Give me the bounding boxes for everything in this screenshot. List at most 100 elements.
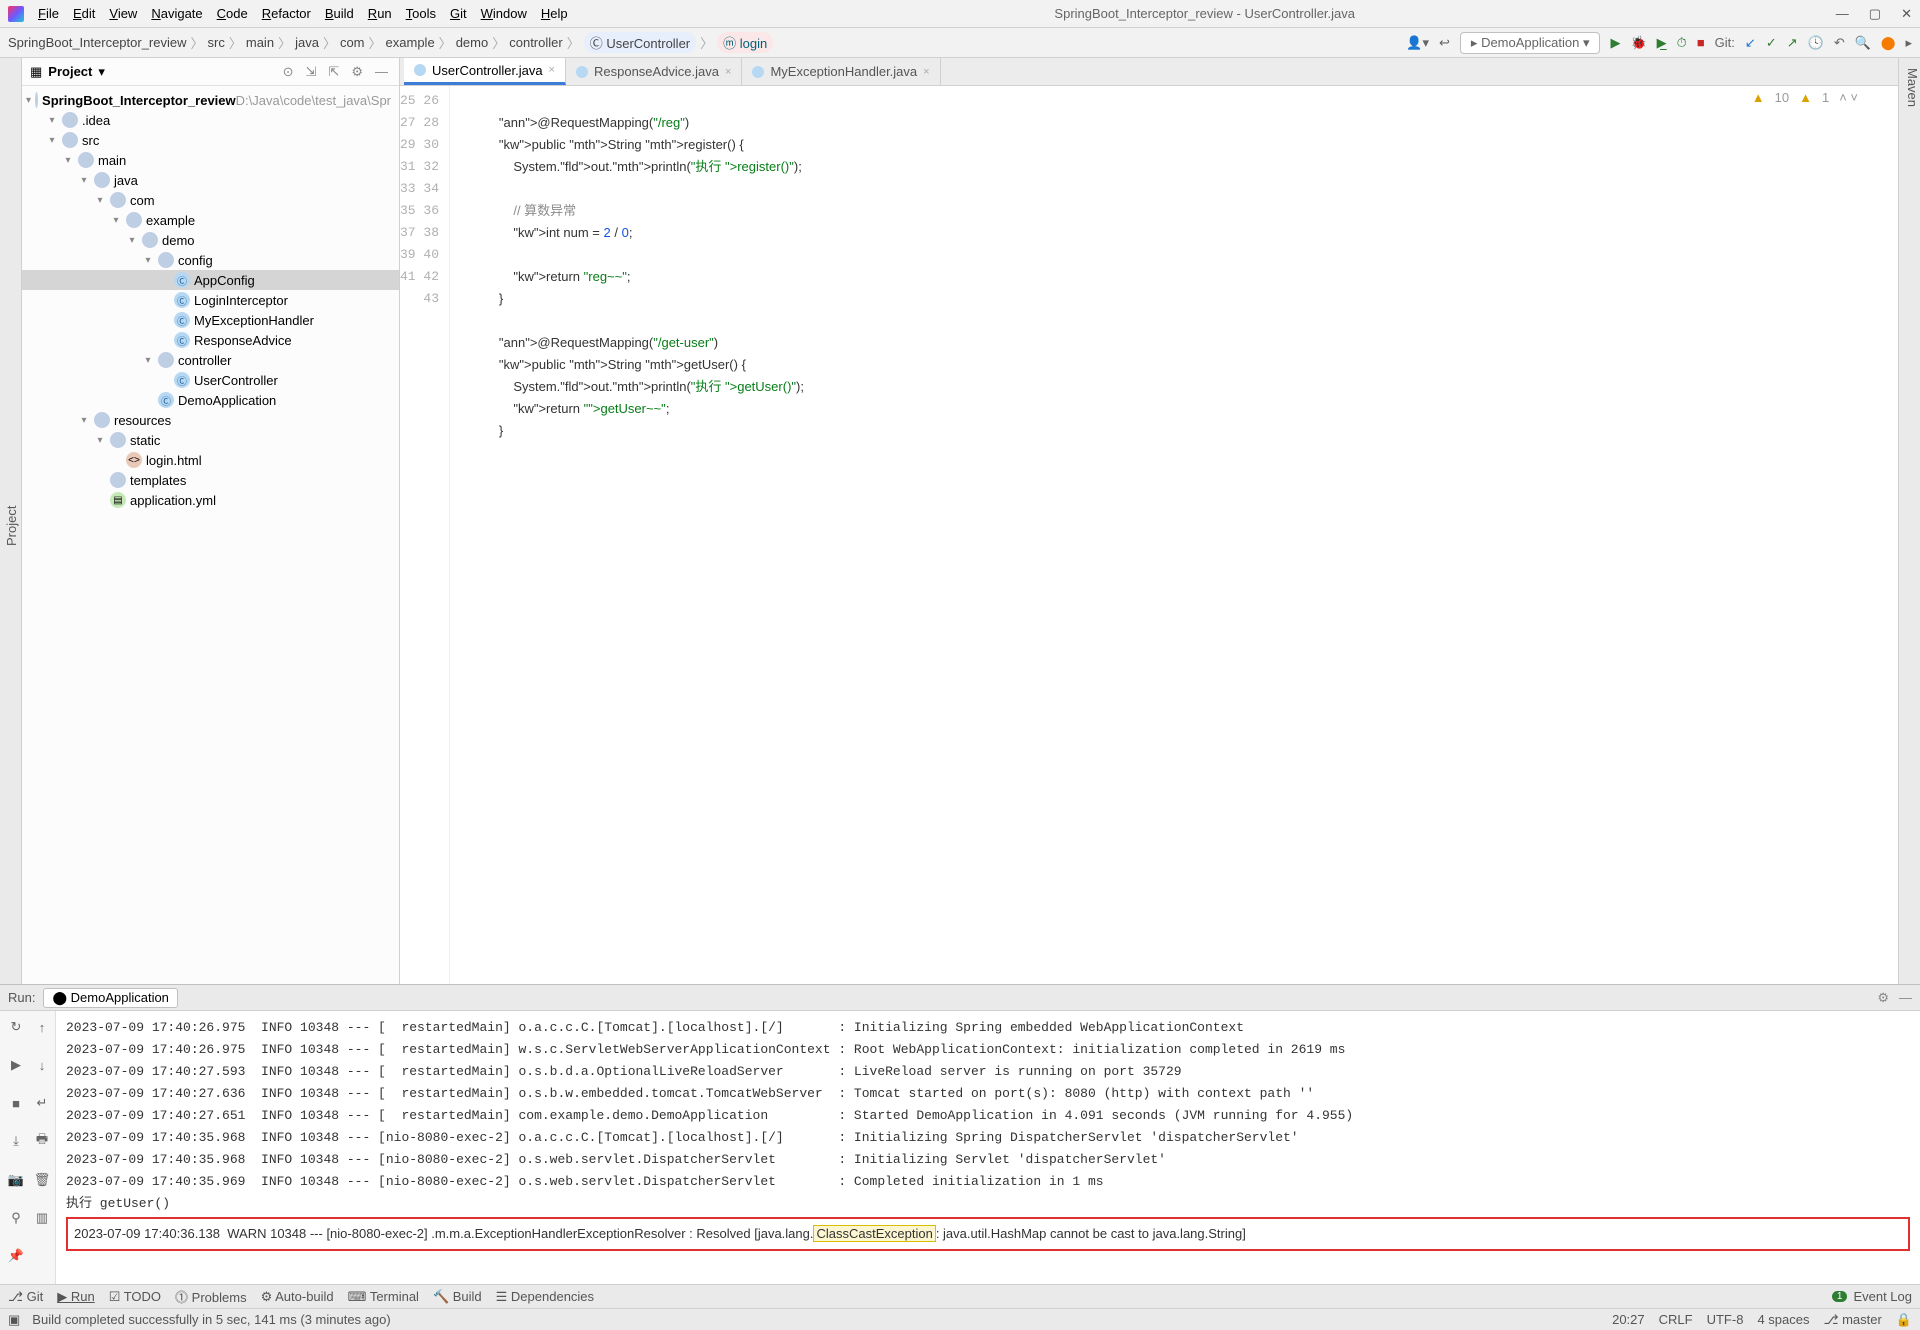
menu-tools[interactable]: Tools xyxy=(400,4,442,23)
breadcrumb-class[interactable]: Ⓒ UserController xyxy=(584,32,696,53)
inspections-widget[interactable]: ▲10 ▲1 ˄ ˅ xyxy=(1752,90,1858,105)
code-area[interactable]: "ann">@RequestMapping("/reg") "kw">publi… xyxy=(450,86,1898,984)
clear-icon[interactable]: 🗑 xyxy=(32,1170,52,1190)
tool-project[interactable]: Project xyxy=(2,68,21,984)
breadcrumb-item[interactable]: src xyxy=(208,35,225,50)
indent-setting[interactable]: 4 spaces xyxy=(1757,1312,1809,1328)
select-opened-icon[interactable]: ⊙ xyxy=(280,64,297,80)
git-push-icon[interactable]: ↗ xyxy=(1787,35,1798,51)
tree-node-demo[interactable]: ▾demo xyxy=(22,230,399,250)
menu-window[interactable]: Window xyxy=(475,4,533,23)
run-down-icon[interactable]: ↓ xyxy=(32,1055,52,1075)
tree-node-config[interactable]: ▾config xyxy=(22,250,399,270)
debug-icon[interactable]: 🐞 xyxy=(1630,35,1646,51)
git-commit-icon[interactable]: ✓ xyxy=(1766,35,1777,51)
tree-node-templates[interactable]: templates xyxy=(22,470,399,490)
tree-node-src[interactable]: ▾src xyxy=(22,130,399,150)
menu-help[interactable]: Help xyxy=(535,4,574,23)
menu-run[interactable]: Run xyxy=(362,4,398,23)
tree-node-com[interactable]: ▾com xyxy=(22,190,399,210)
coverage-icon[interactable]: ▶̲ xyxy=(1657,35,1667,51)
breadcrumb-item[interactable]: main xyxy=(246,35,274,50)
tree-node-responseadvice[interactable]: ⒸResponseAdvice xyxy=(22,330,399,350)
hide-icon[interactable]: — xyxy=(372,64,391,79)
bottom-tab-todo[interactable]: ☑ TODO xyxy=(109,1289,161,1305)
tree-node-myexceptionhandler[interactable]: ⒸMyExceptionHandler xyxy=(22,310,399,330)
run-play-icon[interactable]: ▶ xyxy=(6,1055,26,1075)
menu-view[interactable]: View xyxy=(103,4,143,23)
tree-node-resources[interactable]: ▾resources xyxy=(22,410,399,430)
git-history-icon[interactable]: 🕓 xyxy=(1808,35,1824,51)
project-tree[interactable]: ▾SpringBoot_Interceptor_review D:\Java\c… xyxy=(22,86,399,984)
bottom-tab-git[interactable]: ⎇ Git xyxy=(8,1289,43,1305)
run-up-icon[interactable]: ↑ xyxy=(32,1017,52,1037)
run-config-dropdown[interactable]: ▸ DemoApplication ▾ xyxy=(1460,32,1601,54)
breadcrumb-item[interactable]: SpringBoot_Interceptor_review xyxy=(8,35,187,50)
tree-node-application-yml[interactable]: ▤application.yml xyxy=(22,490,399,510)
tab-usercontroller-java[interactable]: UserController.java× xyxy=(404,58,566,85)
tab-myexceptionhandler-java[interactable]: MyExceptionHandler.java× xyxy=(742,58,940,85)
print-icon[interactable]: 🖶 xyxy=(32,1131,52,1151)
layout-icon[interactable]: ▥ xyxy=(32,1208,52,1228)
filter-icon[interactable]: ⚲ xyxy=(6,1208,26,1228)
tree-node-static[interactable]: ▾static xyxy=(22,430,399,450)
git-rollback-icon[interactable]: ↶ xyxy=(1834,35,1845,51)
console-output[interactable]: 2023-07-09 17:40:26.975 INFO 10348 --- [… xyxy=(56,1011,1920,1284)
tree-node-demoapplication[interactable]: ⒸDemoApplication xyxy=(22,390,399,410)
menu-edit[interactable]: Edit xyxy=(67,4,101,23)
file-encoding[interactable]: UTF-8 xyxy=(1707,1312,1744,1328)
run-stop-icon[interactable]: ■ xyxy=(6,1093,26,1113)
close-tab-icon[interactable]: × xyxy=(549,64,555,76)
tree-node--idea[interactable]: ▾.idea xyxy=(22,110,399,130)
caret-position[interactable]: 20:27 xyxy=(1612,1312,1645,1328)
close-tab-icon[interactable]: × xyxy=(923,66,929,78)
bottom-tab-build[interactable]: 🔨 Build xyxy=(433,1289,482,1305)
line-separator[interactable]: CRLF xyxy=(1659,1312,1693,1328)
tree-node-logininterceptor[interactable]: ⒸLoginInterceptor xyxy=(22,290,399,310)
search-icon[interactable]: 🔍 xyxy=(1855,35,1871,51)
close-icon[interactable]: ✕ xyxy=(1901,6,1912,22)
tree-root[interactable]: ▾SpringBoot_Interceptor_review D:\Java\c… xyxy=(22,90,399,110)
pin-icon[interactable]: 📌 xyxy=(6,1246,26,1266)
maximize-icon[interactable]: ▢ xyxy=(1869,6,1881,22)
rerun-icon[interactable]: ↻ xyxy=(6,1017,26,1037)
run-config-chip[interactable]: ⬤ DemoApplication xyxy=(43,988,177,1008)
status-icon[interactable]: ▣ xyxy=(8,1312,20,1328)
git-branch[interactable]: ⎇ master xyxy=(1823,1312,1881,1328)
lock-icon[interactable]: 🔒 xyxy=(1896,1312,1912,1328)
bottom-tab-dependencies[interactable]: ☰ Dependencies xyxy=(496,1289,594,1305)
stop-icon[interactable]: ■ xyxy=(1697,35,1705,50)
tree-node-java[interactable]: ▾java xyxy=(22,170,399,190)
expand-inspections-icon[interactable]: ˄ ˅ xyxy=(1839,90,1858,105)
breadcrumb-item[interactable]: java xyxy=(295,35,319,50)
bottom-tab-terminal[interactable]: ⌨ Terminal xyxy=(348,1289,419,1305)
tree-node-main[interactable]: ▾main xyxy=(22,150,399,170)
menu-navigate[interactable]: Navigate xyxy=(145,4,208,23)
menu-file[interactable]: File xyxy=(32,4,65,23)
tool-maven[interactable]: Maven xyxy=(1905,68,1920,107)
menu-build[interactable]: Build xyxy=(319,4,360,23)
menu-refactor[interactable]: Refactor xyxy=(256,4,317,23)
minimize-icon[interactable]: — xyxy=(1836,6,1849,22)
run-settings-icon[interactable]: ⚙ xyxy=(1877,990,1889,1006)
run-icon[interactable]: ▶ xyxy=(1610,35,1620,51)
tree-node-example[interactable]: ▾example xyxy=(22,210,399,230)
bottom-tab-problems[interactable]: ⓵ Problems xyxy=(175,1287,247,1306)
more-icon[interactable]: ▸ xyxy=(1905,35,1912,51)
ide-update-icon[interactable]: ⬤ xyxy=(1881,35,1896,51)
run-hide-icon[interactable]: — xyxy=(1899,990,1912,1006)
settings-icon[interactable]: ⚙ xyxy=(348,64,366,80)
user-icon[interactable]: 👤▾ xyxy=(1406,35,1429,51)
tree-node-login-html[interactable]: <>login.html xyxy=(22,450,399,470)
breadcrumb-item[interactable]: com xyxy=(340,35,365,50)
event-log-button[interactable]: Event Log xyxy=(1853,1289,1912,1304)
expand-icon[interactable]: ⇲ xyxy=(303,64,320,80)
close-tab-icon[interactable]: × xyxy=(725,66,731,78)
breadcrumb-item[interactable]: example xyxy=(386,35,435,50)
scroll-end-icon[interactable]: ⤓ xyxy=(6,1131,26,1151)
breadcrumb-item[interactable]: demo xyxy=(456,35,489,50)
menu-code[interactable]: Code xyxy=(211,4,254,23)
collapse-icon[interactable]: ⇱ xyxy=(325,64,342,80)
menu-git[interactable]: Git xyxy=(444,4,473,23)
dropdown-icon[interactable]: ▾ xyxy=(98,64,105,80)
